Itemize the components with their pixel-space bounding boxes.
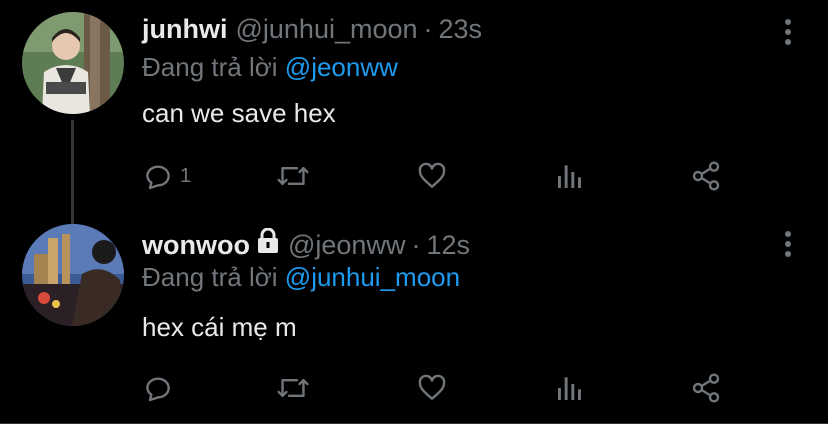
retweet-icon [277, 166, 309, 186]
avatar-junhwi[interactable] [22, 12, 124, 114]
more-icon[interactable] [782, 230, 794, 258]
display-name[interactable]: junhwi [142, 14, 227, 45]
replying-to: Đang trả lời @junhui_moon [142, 262, 460, 293]
like-button[interactable] [416, 366, 448, 410]
mention-link[interactable]: @jeonww [285, 52, 398, 82]
user-handle[interactable]: @jeonww [288, 230, 405, 261]
tweet-text: hex cái mẹ m [142, 312, 297, 342]
thread-line [71, 120, 74, 224]
replying-to-label: Đang trả lời [142, 262, 278, 292]
tweet-header: junhwi @junhui_moon · 23s [142, 14, 482, 48]
views-button[interactable] [554, 154, 586, 198]
tweet-wonwoo[interactable]: wonwoo @jeonww · 12s Đang trả lời @junhu… [0, 212, 828, 424]
user-handle[interactable]: @junhui_moon [235, 14, 417, 45]
replying-to: Đang trả lời @jeonww [142, 52, 398, 83]
share-button[interactable] [690, 154, 722, 198]
retweet-button[interactable] [276, 366, 310, 410]
retweet-icon [277, 378, 309, 398]
mention-link[interactable]: @junhui_moon [285, 262, 460, 292]
views-icon [558, 165, 581, 188]
share-icon [692, 161, 720, 191]
replying-to-label: Đang trả lời [142, 52, 278, 82]
timestamp[interactable]: 12s [426, 230, 470, 261]
display-name[interactable]: wonwoo [142, 230, 250, 261]
protected-lock-icon [256, 227, 280, 261]
avatar-wonwoo[interactable] [22, 224, 124, 326]
reply-icon [146, 165, 170, 190]
separator-dot: · [411, 230, 421, 260]
more-icon[interactable] [782, 18, 794, 46]
reply-button[interactable] [142, 366, 180, 410]
retweet-button[interactable] [276, 154, 310, 198]
views-icon [558, 377, 581, 400]
tweet-actions [142, 358, 742, 418]
tweet-actions: 1 [142, 146, 742, 206]
tweet-junhwi[interactable]: junhwi @junhui_moon · 23s Đang trả lời @… [0, 0, 828, 224]
like-icon [418, 374, 446, 400]
share-icon [692, 373, 720, 403]
like-button[interactable] [416, 154, 448, 198]
timestamp[interactable]: 23s [439, 14, 483, 45]
tweet-header: wonwoo @jeonww · 12s [142, 227, 470, 262]
tweet-text: can we save hex [142, 98, 336, 128]
separator-dot: · [423, 14, 433, 44]
share-button[interactable] [690, 366, 722, 410]
views-button[interactable] [554, 366, 586, 410]
like-icon [418, 162, 446, 188]
reply-count: 1 [180, 164, 192, 187]
reply-icon [146, 377, 170, 402]
reply-button[interactable]: 1 [142, 154, 191, 198]
